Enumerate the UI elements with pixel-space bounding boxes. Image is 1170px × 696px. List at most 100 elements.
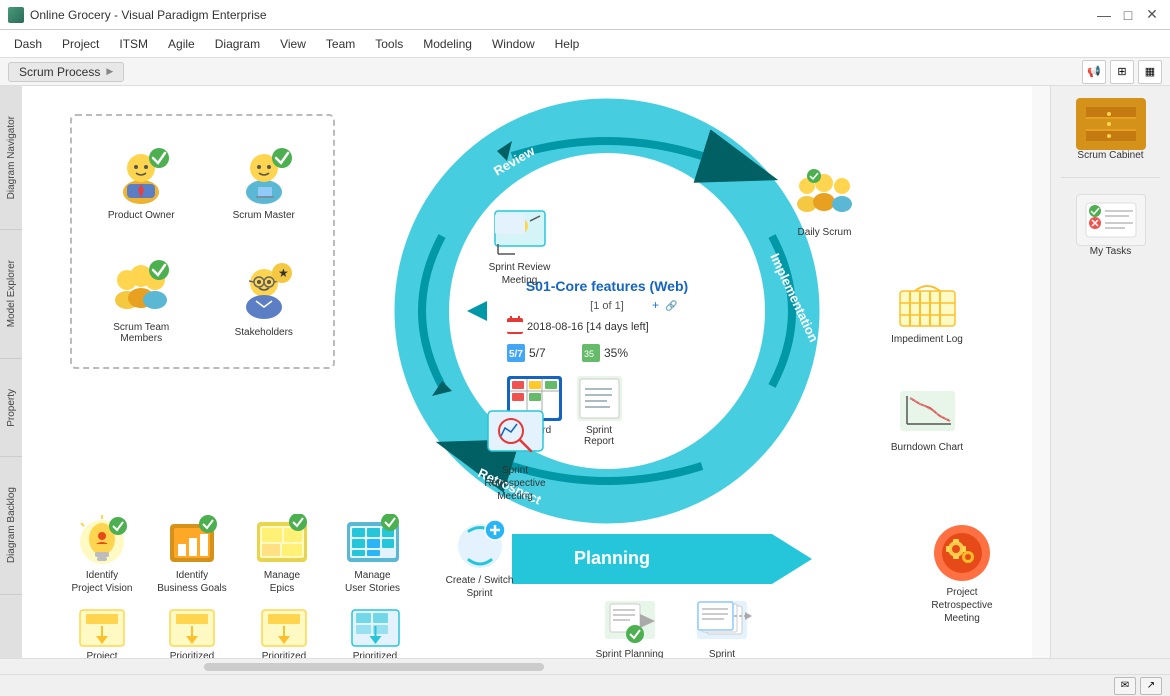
breadcrumb[interactable]: Scrum Process [8,62,124,82]
sprint-retrospective-meeting[interactable]: Sprint RetrospectiveMeeting [470,406,560,503]
menu-bar: Dash Project ITSM Agile Diagram View Tea… [0,30,1170,58]
stakeholders-label: Stakeholders [235,327,293,338]
svg-text:5/7: 5/7 [529,346,546,360]
content-area: Product Owner [22,86,1170,658]
product-owner-icon [107,140,175,208]
sprint-backlog-label: SprintBacklog [704,648,740,658]
status-export-button[interactable]: ↗ [1140,677,1162,695]
impediment-log[interactable]: Impediment Log [882,281,972,346]
sidebar-tab-diagram-backlog-label: Diagram Backlog [6,487,17,563]
horizontal-scrollbar[interactable] [0,658,1170,674]
app-icon [8,7,24,23]
breadcrumb-bar: Scrum Process 📢 ⊞ ▦ [0,58,1170,86]
product-owner-item[interactable]: Product Owner [107,140,175,221]
scrum-cabinet-label: Scrum Cabinet [1077,150,1143,161]
minimize-button[interactable]: — [1094,5,1114,25]
stakeholders-item[interactable]: ★ Stakeholders [230,257,298,338]
sidebar-tab-property[interactable]: Property [0,359,22,458]
scrum-team-members-item[interactable]: Scrum TeamMembers [107,252,175,344]
sidebar-tab-diagram-backlog[interactable]: Diagram Backlog [0,457,22,594]
planning-section: Planning [512,524,812,594]
manage-epics-label: ManageEpics [264,569,300,595]
product-owner-label: Product Owner [108,210,175,221]
planning-arrow-svg: Planning [512,524,812,594]
menu-tools[interactable]: Tools [365,33,413,55]
svg-text:35: 35 [584,349,594,359]
manage-user-stories[interactable]: ManageUser Stories [330,514,415,595]
sidebar-tab-model-explorer-label: Model Explorer [6,260,17,327]
svg-text:Report: Report [584,436,614,447]
project-retrospective-meeting-label: Project RetrospectiveMeeting [917,586,1007,625]
scrum-cabinet-item[interactable]: Scrum Cabinet [1072,94,1150,165]
svg-text:+: + [652,298,659,312]
sprint-planning-meeting[interactable]: Sprint PlanningMeeting [587,596,672,658]
scrum-master-item[interactable]: Scrum Master [230,140,298,221]
menu-modeling[interactable]: Modeling [413,33,482,55]
sprint-planning-meeting-label: Sprint PlanningMeeting [596,648,664,658]
sidebar-tab-model-explorer[interactable]: Model Explorer [0,230,22,358]
prioritized-use-cases-label: PrioritizedUse Cases [168,650,217,658]
identify-business-goals[interactable]: IdentifyBusiness Goals [152,514,232,595]
status-bar: ✉ ↗ [0,674,1170,696]
toolbar-layout-button[interactable]: ▦ [1138,60,1162,84]
svg-text:[1 of 1]: [1 of 1] [590,300,624,312]
scrum-master-icon [230,140,298,208]
sprint-backlog[interactable]: SprintBacklog [682,596,762,658]
manage-user-stories-label: ManageUser Stories [345,569,400,595]
project-vision[interactable]: ProjectVision [62,606,142,658]
menu-window[interactable]: Window [482,33,545,55]
svg-text:★: ★ [278,266,289,280]
project-retrospective-meeting[interactable]: Project RetrospectiveMeeting [917,521,1007,625]
prioritized-user-stories[interactable]: PrioritizedUser Stories [332,606,418,658]
manage-epics[interactable]: ManageEpics [242,514,322,595]
menu-dash[interactable]: Dash [4,33,52,55]
identify-project-vision[interactable]: IdentifyProject Vision [62,514,142,595]
sprint-review-meeting[interactable]: Sprint ReviewMeeting [477,206,562,287]
my-tasks-item[interactable]: My Tasks [1072,190,1150,261]
close-button[interactable]: ✕ [1142,5,1162,25]
project-vision-label: ProjectVision [86,650,117,658]
impediment-log-label: Impediment Log [891,333,963,346]
svg-text:🔗: 🔗 [665,299,678,312]
menu-diagram[interactable]: Diagram [205,33,270,55]
scrum-team-members-label: Scrum TeamMembers [113,322,169,344]
prioritized-use-cases[interactable]: PrioritizedUse Cases [152,606,232,658]
maximize-button[interactable]: □ [1118,5,1138,25]
burndown-chart[interactable]: Burndown Chart [882,386,972,454]
menu-team[interactable]: Team [316,33,365,55]
menu-help[interactable]: Help [545,33,590,55]
scrum-cycle-svg: Review Implementation Retrospect [312,96,912,526]
create-switch-sprint-label: Create / SwitchSprint [446,574,514,600]
status-message-button[interactable]: ✉ [1114,677,1136,695]
toolbar-icons: 📢 ⊞ ▦ [1082,60,1162,84]
left-sidebar: Diagram Navigator Model Explorer Propert… [0,86,22,658]
title-bar: Online Grocery - Visual Paradigm Enterpr… [0,0,1170,30]
menu-view[interactable]: View [270,33,316,55]
scrum-cabinet-icon [1076,98,1146,150]
prioritized-epics-label: PrioritizedEpics [262,650,306,658]
main-canvas[interactable]: Product Owner [22,86,1050,658]
daily-scrum[interactable]: Daily Scrum [782,166,867,239]
sidebar-tab-diagram-navigator[interactable]: Diagram Navigator [0,86,22,230]
stakeholders-icon: ★ [230,257,298,325]
toolbar-grid-button[interactable]: ⊞ [1110,60,1134,84]
main-layout: Diagram Navigator Model Explorer Propert… [0,86,1170,658]
menu-itsm[interactable]: ITSM [109,33,158,55]
create-switch-sprint[interactable]: Create / SwitchSprint [437,516,522,600]
prioritized-epics[interactable]: PrioritizedEpics [244,606,324,658]
right-panel: Scrum Cabinet [1050,86,1170,658]
team-members-box: Product Owner [70,114,335,369]
prioritized-user-stories-label: PrioritizedUser Stories [347,650,402,658]
daily-scrum-label: Daily Scrum [798,226,852,239]
svg-text:2018-08-16 [14 days left]: 2018-08-16 [14 days left] [527,321,649,333]
sidebar-tab-property-label: Property [6,389,17,427]
scrollbar-thumb[interactable] [204,663,544,671]
sidebar-tab-diagram-navigator-label: Diagram Navigator [6,116,17,199]
window-controls[interactable]: — □ ✕ [1094,5,1162,25]
toolbar-announce-button[interactable]: 📢 [1082,60,1106,84]
my-tasks-icon [1076,194,1146,246]
menu-agile[interactable]: Agile [158,33,205,55]
window-title: Online Grocery - Visual Paradigm Enterpr… [30,8,267,22]
sprint-retrospective-meeting-label: Sprint RetrospectiveMeeting [470,464,560,503]
menu-project[interactable]: Project [52,33,109,55]
